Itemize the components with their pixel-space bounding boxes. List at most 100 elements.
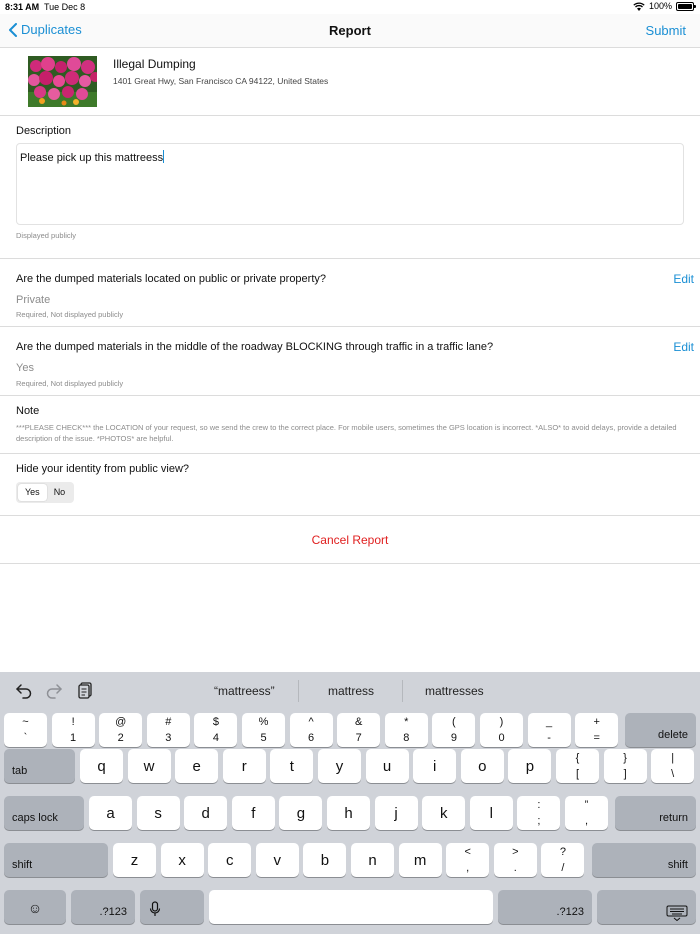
key-symbol-row4-1[interactable]: >.: [493, 843, 537, 877]
emoji-key[interactable]: ☺: [4, 890, 66, 924]
suggestion-2[interactable]: mattress: [328, 684, 374, 698]
key-bottom-char: \: [671, 768, 675, 780]
report-photo-thumbnail[interactable]: [28, 56, 97, 107]
key-row1-4[interactable]: $4: [194, 713, 238, 747]
shift-right-key[interactable]: shift: [592, 843, 696, 877]
key-letter-n[interactable]: n: [351, 843, 394, 877]
key-letter-a[interactable]: a: [89, 796, 132, 830]
tab-key[interactable]: tab: [4, 749, 75, 783]
key-bottom-char: 2: [117, 732, 124, 744]
key-letter-l[interactable]: l: [469, 796, 513, 830]
return-key[interactable]: return: [615, 796, 696, 830]
key-letter-p[interactable]: p: [508, 749, 552, 783]
question-blocking-section: Are the dumped materials in the middle o…: [0, 327, 700, 396]
delete-key[interactable]: delete: [625, 713, 696, 747]
key-letter-f[interactable]: f: [231, 796, 275, 830]
key-letter-g[interactable]: g: [279, 796, 323, 830]
key-row1-9[interactable]: (9: [432, 713, 476, 747]
key-letter-c[interactable]: c: [208, 843, 252, 877]
page-title: Report: [329, 23, 371, 38]
key-top-char: $: [212, 716, 219, 728]
key-letter-t[interactable]: t: [270, 749, 314, 783]
key-top-char: }: [623, 752, 627, 764]
numbers-key-label: .?123: [99, 906, 127, 918]
key-letter-u[interactable]: u: [365, 749, 409, 783]
caps-lock-key[interactable]: caps lock: [4, 796, 84, 830]
key-top-char: #: [165, 716, 172, 728]
key-letter-m[interactable]: m: [398, 843, 442, 877]
redo-icon[interactable]: [45, 681, 63, 699]
hide-keyboard-key[interactable]: [597, 890, 696, 924]
suggestion-3[interactable]: mattresses: [425, 684, 484, 698]
key-symbol-row4-2[interactable]: ? /: [541, 843, 585, 877]
numbers-key-left[interactable]: .?123: [71, 890, 135, 924]
identity-no-option[interactable]: No: [47, 484, 73, 501]
key-row1-8[interactable]: * 8: [384, 713, 428, 747]
key-letter: l: [489, 805, 493, 822]
note-label: Note: [16, 405, 40, 417]
key-top-char: *: [404, 716, 409, 728]
key-symbol-row2-0[interactable]: {[: [556, 749, 599, 783]
key-row1-12[interactable]: + =: [575, 713, 619, 747]
key-top-char: %: [258, 716, 269, 728]
key-row1-7[interactable]: & 7: [337, 713, 381, 747]
space-key[interactable]: [209, 890, 493, 924]
clipboard-icon[interactable]: [76, 681, 94, 699]
cancel-report-button[interactable]: Cancel Report: [0, 533, 700, 547]
key-letter: s: [154, 805, 162, 822]
key-row1-11[interactable]: _ -: [527, 713, 571, 747]
key-symbol-row2-2[interactable]: | \: [651, 749, 695, 783]
key-symbol-row2-1[interactable]: }]: [603, 749, 647, 783]
key-letter-s[interactable]: s: [136, 796, 180, 830]
key-row1-0[interactable]: ~ `: [4, 713, 47, 747]
description-value: Please pick up this mattreess: [20, 152, 164, 164]
numbers-key-right[interactable]: .?123: [498, 890, 592, 924]
edit-property-button[interactable]: Edit: [673, 272, 694, 286]
key-letter: x: [178, 852, 186, 869]
status-date: Tue Dec 8: [44, 2, 86, 12]
delete-key-label: delete: [658, 729, 688, 741]
key-letter-h[interactable]: h: [327, 796, 370, 830]
key-row1-6[interactable]: ^ 6: [289, 713, 333, 747]
key-letter-d[interactable]: d: [184, 796, 228, 830]
key-letter-k[interactable]: k: [422, 796, 466, 830]
suggestion-1[interactable]: “mattreess”: [214, 684, 275, 698]
key-letter-x[interactable]: x: [160, 843, 204, 877]
submit-button[interactable]: Submit: [646, 23, 686, 38]
key-letter: v: [273, 852, 282, 869]
identity-yes-option[interactable]: Yes: [18, 484, 47, 501]
key-row1-1[interactable]: ! 1: [51, 713, 95, 747]
key-symbol-row3-1[interactable]: ”,: [565, 796, 608, 830]
key-row1-2[interactable]: @2: [99, 713, 143, 747]
key-symbol-row4-0[interactable]: <,: [446, 843, 490, 877]
undo-icon[interactable]: [15, 681, 33, 699]
key-letter: y: [335, 758, 344, 775]
key-row1-5[interactable]: % 5: [242, 713, 285, 747]
key-letter-y[interactable]: y: [318, 749, 361, 783]
key-letter-z[interactable]: z: [113, 843, 156, 877]
key-letter-e[interactable]: e: [175, 749, 219, 783]
numbers-key-label: .?123: [556, 906, 584, 918]
key-row1-3[interactable]: #3: [146, 713, 190, 747]
key-letter-w[interactable]: w: [127, 749, 171, 783]
question-property-answer: Private: [16, 294, 51, 306]
key-symbol-row3-0[interactable]: :;: [517, 796, 561, 830]
shift-left-key[interactable]: shift: [4, 843, 108, 877]
edit-blocking-button[interactable]: Edit: [673, 340, 694, 354]
report-address: 1401 Great Hwy, San Francisco CA 94122, …: [113, 76, 329, 86]
key-letter-b[interactable]: b: [303, 843, 347, 877]
key-bottom-char: 1: [70, 732, 77, 744]
key-top-char: ”: [584, 799, 589, 811]
key-letter-o[interactable]: o: [460, 749, 504, 783]
key-row1-10[interactable]: ) 0: [480, 713, 523, 747]
key-letter-i[interactable]: i: [413, 749, 457, 783]
key-top-char: ?: [559, 846, 566, 858]
keyboard-suggestion-bar: “mattreess” mattress mattresses: [0, 672, 700, 710]
key-letter-v[interactable]: v: [255, 843, 299, 877]
dictation-key[interactable]: [140, 890, 204, 924]
key-letter-q[interactable]: q: [80, 749, 123, 783]
battery-icon: [676, 1, 696, 11]
key-letter-j[interactable]: j: [374, 796, 418, 830]
key-letter-r[interactable]: r: [222, 749, 266, 783]
description-textarea[interactable]: Please pick up this mattreess: [16, 143, 684, 225]
